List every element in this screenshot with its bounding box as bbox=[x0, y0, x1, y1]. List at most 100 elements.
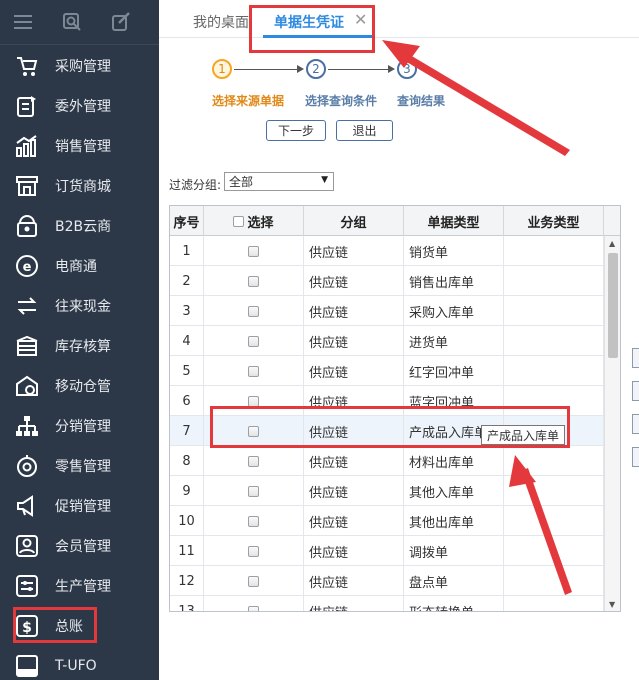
step-1-indicator: 1 bbox=[212, 59, 232, 79]
row-checkbox[interactable] bbox=[248, 245, 259, 257]
sidebar-item-member[interactable]: 会员管理 bbox=[0, 526, 159, 566]
sidebar-item-ecommerce[interactable]: e 电商通 bbox=[0, 246, 159, 286]
ecommerce-icon: e bbox=[16, 255, 38, 277]
cell-biz-type bbox=[504, 326, 604, 356]
tab-my-desktop[interactable]: 我的桌面 bbox=[193, 12, 249, 32]
table-row[interactable]: 13 供应链形态转换单 bbox=[170, 596, 604, 611]
header-index: 序号 bbox=[170, 206, 204, 236]
cell-select bbox=[204, 476, 304, 506]
b2b-shop-icon bbox=[17, 215, 37, 237]
header-group: 分组 bbox=[304, 206, 404, 236]
filter-group-select[interactable]: 全部 ▼ bbox=[224, 172, 334, 191]
sidebar-item-label: 生产管理 bbox=[55, 579, 111, 595]
row-checkbox[interactable] bbox=[248, 545, 259, 557]
sidebar-item-retail[interactable]: 零售管理 bbox=[0, 446, 159, 486]
edge-button[interactable] bbox=[632, 447, 639, 467]
annotation-box-tab bbox=[249, 5, 375, 53]
exit-button[interactable]: 退出 bbox=[336, 120, 393, 141]
row-checkbox[interactable] bbox=[248, 605, 259, 611]
row-checkbox[interactable] bbox=[248, 365, 259, 377]
row-checkbox[interactable] bbox=[248, 485, 259, 497]
menu-icon[interactable] bbox=[12, 11, 34, 33]
tab-bar: 我的桌面 单据生凭证 ✕ bbox=[159, 0, 639, 38]
sidebar-item-sales[interactable]: 销售管理 bbox=[0, 126, 159, 166]
table-row[interactable]: 1 供应链 销货单 bbox=[170, 236, 604, 266]
sidebar-item-label: 采购管理 bbox=[55, 59, 111, 75]
table-row[interactable]: 11 供应链 调拨单 bbox=[170, 536, 604, 566]
step-1-label: 选择来源单据 bbox=[212, 94, 285, 108]
sidebar-item-inventory[interactable]: 库存核算 bbox=[0, 326, 159, 366]
cell-doc-type: 调拨单 bbox=[404, 536, 504, 566]
table-row[interactable]: 3 供应链 采购入库单 bbox=[170, 296, 604, 326]
sidebar-item-mall[interactable]: 订货商城 bbox=[0, 166, 159, 206]
sidebar-item-cash[interactable]: 往来现金 bbox=[0, 286, 159, 326]
sidebar-item-tufo[interactable]: T-UFO bbox=[0, 646, 159, 680]
edit-icon[interactable] bbox=[110, 11, 132, 33]
cell-group: 供应链 bbox=[304, 566, 404, 596]
sidebar: 采购管理 委外管理 销售管理 订货商城 B2B云商 e 电商通 往来现金 库存核… bbox=[0, 0, 159, 680]
cell-group: 供应链 bbox=[304, 476, 404, 506]
row-checkbox[interactable] bbox=[248, 455, 259, 467]
row-checkbox[interactable] bbox=[248, 395, 259, 407]
scroll-up-icon[interactable]: ▲ bbox=[609, 239, 615, 248]
cell-biz-type bbox=[504, 566, 604, 596]
table-row[interactable]: 9 供应链 其他入库单 bbox=[170, 476, 604, 506]
cell-select bbox=[204, 446, 304, 476]
sidebar-item-label: 订货商城 bbox=[55, 179, 111, 195]
edge-button[interactable] bbox=[632, 414, 639, 434]
select-all-checkbox[interactable] bbox=[233, 215, 245, 227]
table-row[interactable]: 8 供应链 材料出库单 bbox=[170, 446, 604, 476]
sidebar-item-outsource[interactable]: 委外管理 bbox=[0, 86, 159, 126]
sidebar-item-mobile-warehouse[interactable]: 移动仓管 bbox=[0, 366, 159, 406]
cell-index: 2 bbox=[170, 266, 204, 296]
step-connector bbox=[328, 69, 390, 70]
sidebar-item-label: B2B云商 bbox=[55, 219, 112, 235]
cell-biz-type bbox=[504, 536, 604, 566]
sidebar-item-label: 零售管理 bbox=[55, 459, 111, 475]
cell-index: 12 bbox=[170, 566, 204, 596]
member-icon bbox=[16, 535, 38, 557]
cell-doc-type: 销货单 bbox=[404, 236, 504, 266]
table-row[interactable]: 2 供应链 销售出库单 bbox=[170, 266, 604, 296]
sidebar-toolbar bbox=[0, 0, 159, 45]
cell-index: 1 bbox=[170, 236, 204, 266]
row-checkbox[interactable] bbox=[248, 305, 259, 317]
promotion-icon bbox=[17, 495, 33, 517]
edge-button[interactable] bbox=[632, 348, 639, 368]
edge-button[interactable] bbox=[632, 381, 639, 401]
row-checkbox[interactable] bbox=[248, 335, 259, 347]
sidebar-item-label: 库存核算 bbox=[55, 339, 111, 355]
row-checkbox[interactable] bbox=[248, 575, 259, 587]
mobile-warehouse-icon bbox=[16, 375, 38, 396]
distribution-icon bbox=[16, 416, 38, 436]
table-row[interactable]: 4 供应链 进货单 bbox=[170, 326, 604, 356]
cell-index: 8 bbox=[170, 446, 204, 476]
scroll-down-icon[interactable]: ▼ bbox=[609, 600, 615, 609]
sidebar-item-distribution[interactable]: 分销管理 bbox=[0, 406, 159, 446]
table-row[interactable]: 12 供应链 盘点单 bbox=[170, 566, 604, 596]
row-checkbox[interactable] bbox=[248, 275, 259, 287]
sidebar-item-b2b[interactable]: B2B云商 bbox=[0, 206, 159, 246]
scroll-thumb[interactable] bbox=[608, 253, 618, 358]
table-row[interactable]: 5 供应链 红字回冲单 bbox=[170, 356, 604, 386]
cell-select bbox=[204, 506, 304, 536]
row-checkbox[interactable] bbox=[248, 515, 259, 527]
cell-doc-type: 采购入库单 bbox=[404, 296, 504, 326]
cell-group: 供应链 bbox=[304, 596, 404, 611]
sidebar-item-label: 促销管理 bbox=[55, 499, 111, 515]
table-row[interactable]: 10 供应链 其他出库单 bbox=[170, 506, 604, 536]
cell-biz-type bbox=[504, 266, 604, 296]
table-scrollbar[interactable]: ▲ ▼ bbox=[604, 236, 620, 611]
search-icon[interactable] bbox=[61, 11, 83, 33]
next-step-button[interactable]: 下一步 bbox=[266, 120, 326, 141]
filter-group-value: 全部 bbox=[229, 175, 254, 189]
main-content: 我的桌面 单据生凭证 ✕ 1 2 3 选择来源单据 选择查询条件 查询结果 下一… bbox=[159, 0, 639, 680]
sidebar-item-production[interactable]: 生产管理 bbox=[0, 566, 159, 606]
cell-index: 13 bbox=[170, 596, 204, 611]
sidebar-item-purchase[interactable]: 采购管理 bbox=[0, 46, 159, 86]
cell-index: 9 bbox=[170, 476, 204, 506]
cell-doc-type: 其他入库单 bbox=[404, 476, 504, 506]
table-header: 序号 选择 分组 单据类型 业务类型 bbox=[170, 206, 620, 236]
cell-select bbox=[204, 236, 304, 266]
sidebar-item-promotion[interactable]: 促销管理 bbox=[0, 486, 159, 526]
